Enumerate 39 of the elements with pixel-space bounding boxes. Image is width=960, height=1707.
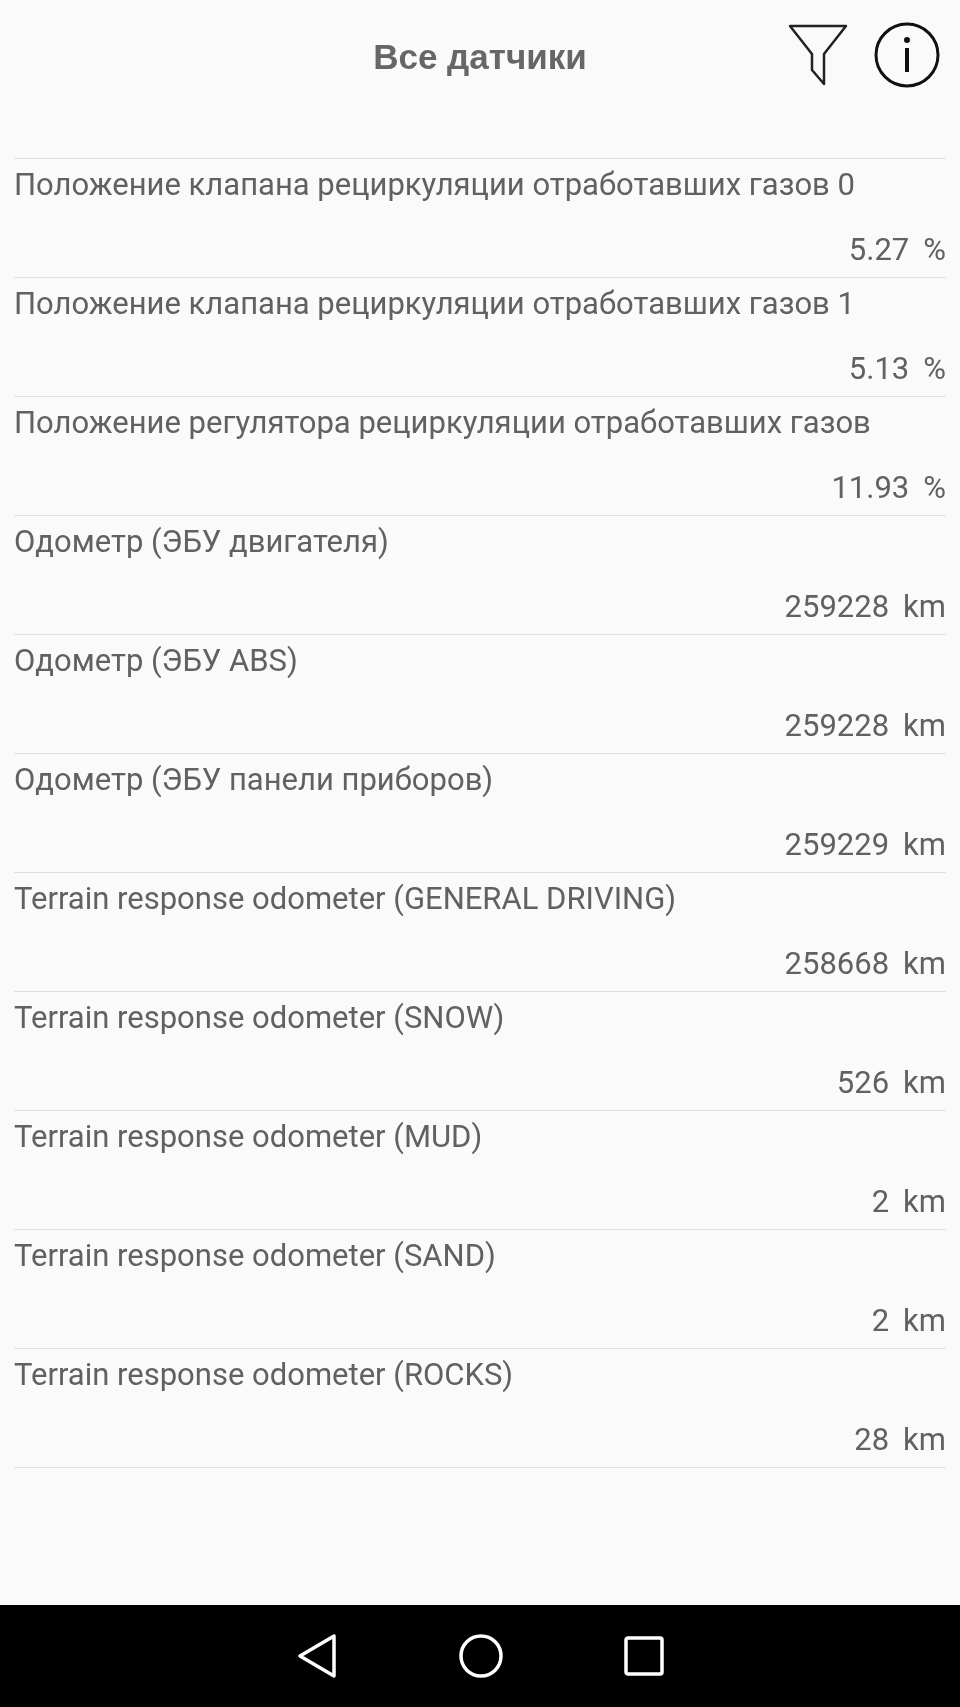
screen-title: Все датчики	[373, 37, 587, 77]
sensor-name: Положение клапана рециркуляции отработавших газов 0	[14, 165, 856, 205]
recents-icon[interactable]	[624, 1636, 664, 1676]
sensor-name: Terrain response odometer (MUD)	[14, 1117, 484, 1157]
sensor-unit: km	[903, 587, 946, 627]
sensor-name: Положение регулятора рециркуляции отработавших газов	[14, 403, 872, 443]
sensor-value: 5.13	[848, 349, 910, 389]
sensor-unit: km	[903, 944, 946, 984]
sensor-unit: km	[903, 1420, 946, 1460]
sensor-value: 2	[871, 1182, 890, 1222]
sensor-name: Terrain response odometer (SNOW)	[14, 998, 506, 1038]
sensor-unit: km	[903, 825, 946, 865]
sensor-name: Положение клапана рециркуляции отработавших газов 1	[14, 284, 856, 324]
sensor-value: 258668	[784, 944, 890, 984]
sensor-value: 526	[836, 1063, 890, 1103]
sensor-name: Одометр (ЭБУ двигателя)	[14, 522, 390, 562]
sensor-name: Terrain response odometer (SAND)	[14, 1236, 497, 1276]
sensor-unit: %	[923, 349, 946, 389]
sensor-name: Terrain response odometer (GENERAL DRIVING)	[14, 879, 678, 919]
sensor-value: 28	[854, 1420, 890, 1460]
sensor-value: 11.93	[831, 468, 910, 508]
sensor-unit: %	[923, 468, 946, 508]
home-icon[interactable]	[458, 1633, 504, 1679]
sensor-unit: %	[923, 230, 946, 270]
sensor-unit: km	[903, 1182, 946, 1222]
sensor-name: Одометр (ЭБУ панели приборов)	[14, 760, 495, 800]
sensor-value: 259228	[784, 587, 890, 627]
sensor-name: Terrain response odometer (ROCKS)	[14, 1355, 515, 1395]
info-icon[interactable]	[874, 22, 940, 88]
sensor-value: 259229	[784, 825, 890, 865]
back-icon[interactable]	[296, 1633, 338, 1679]
sensor-value: 2	[871, 1301, 890, 1341]
sensor-unit: km	[903, 1301, 946, 1341]
filter-icon[interactable]	[788, 24, 848, 86]
sensor-value: 5.27	[848, 230, 910, 270]
sensor-value: 259228	[784, 706, 890, 746]
sensor-name: Одометр (ЭБУ ABS)	[14, 641, 299, 681]
sensor-unit: km	[903, 1063, 946, 1103]
sensor-unit: km	[903, 706, 946, 746]
